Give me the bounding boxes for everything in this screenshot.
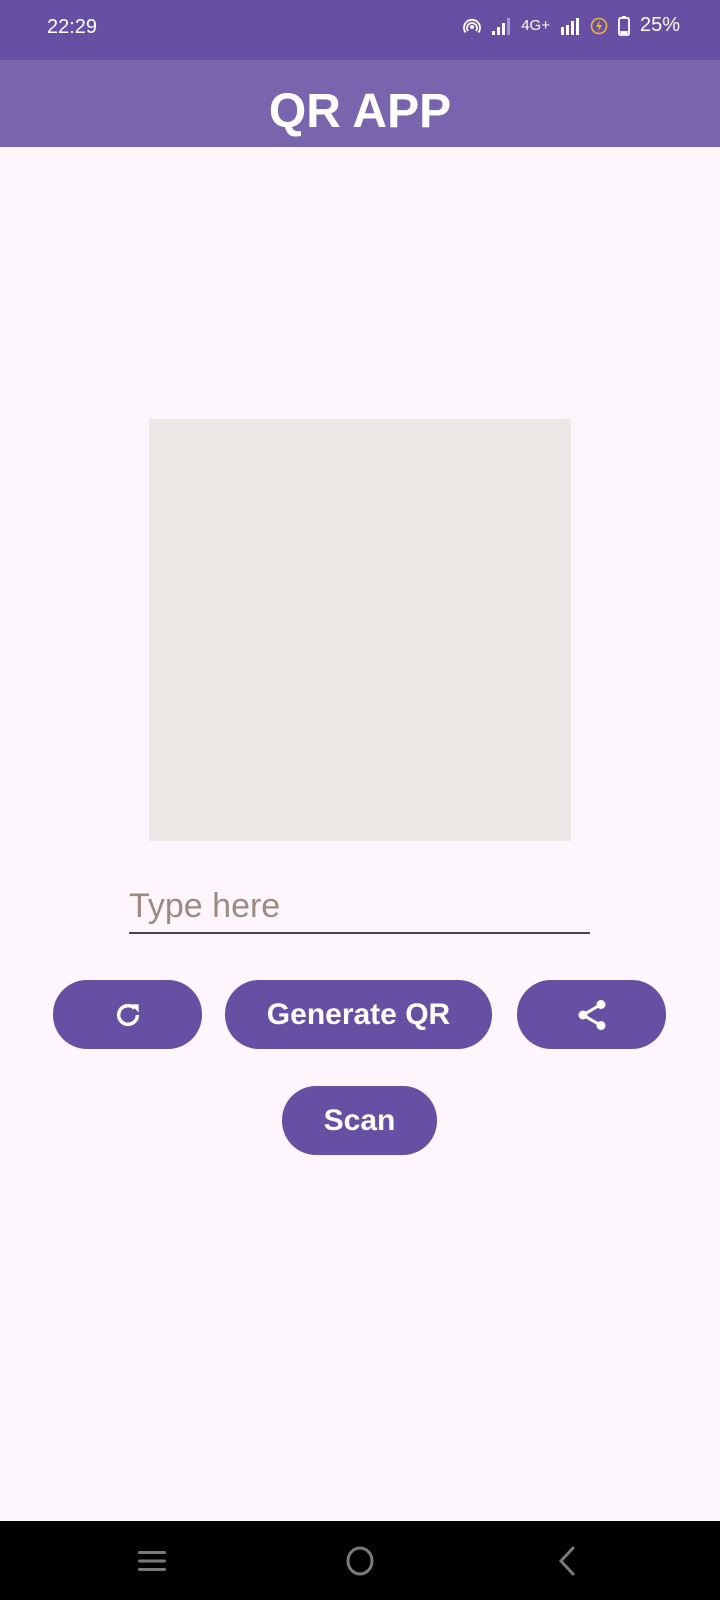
share-icon xyxy=(578,999,605,1030)
share-button[interactable] xyxy=(517,980,666,1049)
back-button[interactable] xyxy=(545,1539,589,1583)
battery-saver-icon xyxy=(590,17,608,34)
home-icon xyxy=(346,1546,374,1576)
navigation-bar xyxy=(0,1521,720,1600)
signal-icon xyxy=(492,17,511,35)
app-bar: QR APP xyxy=(0,60,720,147)
hotspot-icon xyxy=(463,18,482,33)
signal-icon xyxy=(560,17,579,35)
recents-button[interactable] xyxy=(130,1539,174,1583)
scan-button[interactable]: Scan xyxy=(282,1086,437,1155)
status-bar: 22:29 4G+ 25% xyxy=(0,0,720,60)
network-type: 4G+ xyxy=(521,17,550,34)
home-button[interactable] xyxy=(338,1539,382,1583)
generate-qr-button[interactable]: Generate QR xyxy=(225,980,492,1049)
qr-code-preview xyxy=(149,419,571,841)
battery-percent: 25% xyxy=(639,14,680,36)
text-input[interactable] xyxy=(129,880,590,934)
battery-icon xyxy=(618,15,630,36)
recents-icon xyxy=(138,1551,166,1571)
app-title: QR APP xyxy=(268,85,452,138)
refresh-button[interactable] xyxy=(53,980,202,1049)
status-icons: 4G+ 25% xyxy=(463,14,680,37)
refresh-icon xyxy=(116,1003,139,1026)
status-time: 22:29 xyxy=(47,16,98,38)
back-icon xyxy=(558,1546,575,1576)
